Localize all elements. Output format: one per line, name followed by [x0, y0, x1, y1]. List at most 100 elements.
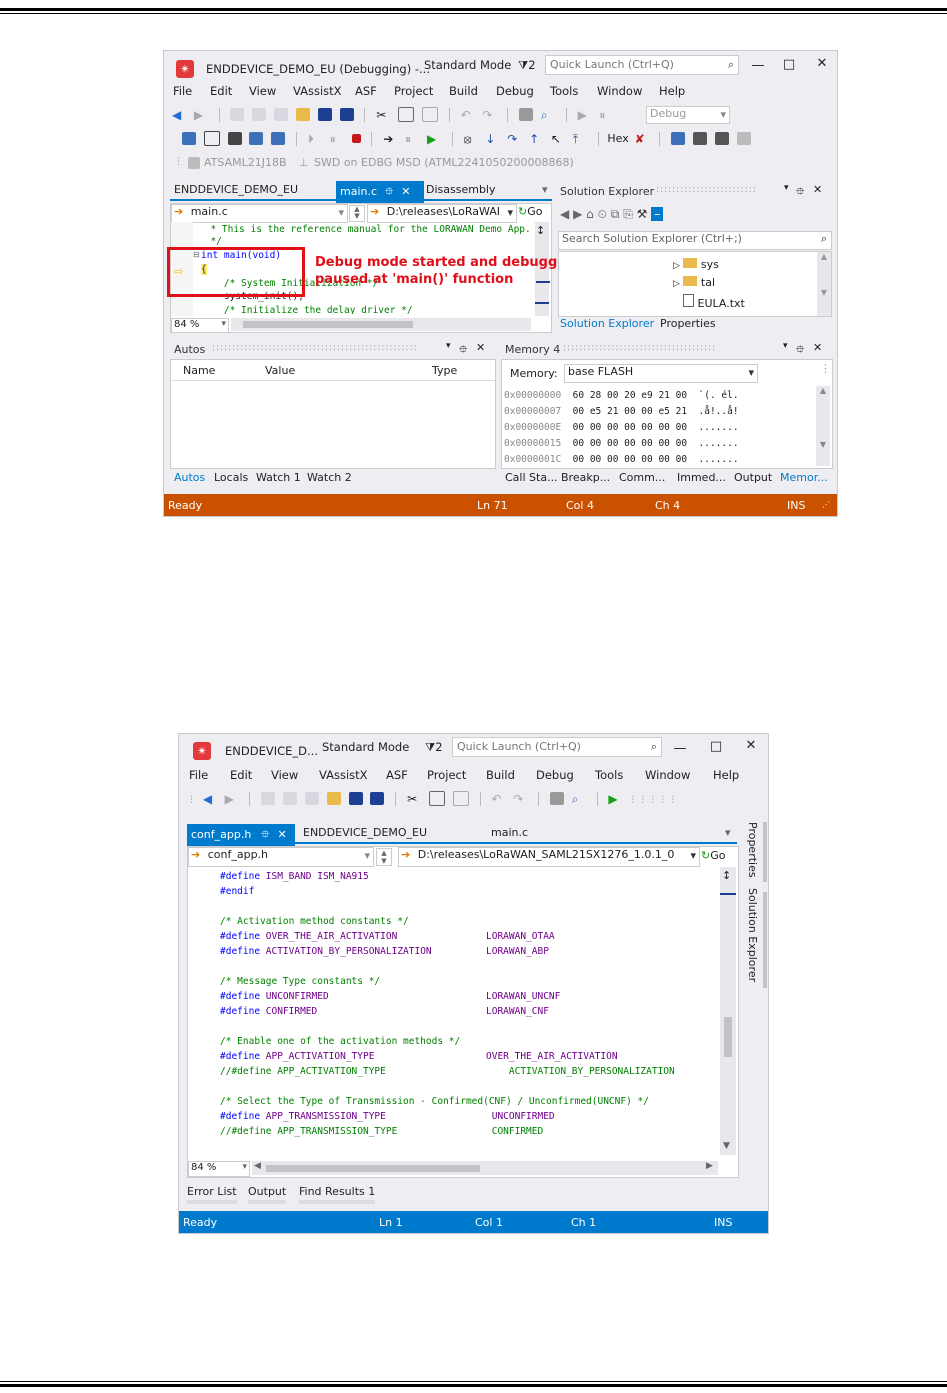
tab-output[interactable]: Output — [248, 1185, 287, 1204]
menu-debug[interactable]: Debug — [496, 84, 534, 98]
go-button[interactable]: ↻Go — [701, 849, 725, 862]
menu-vassistx[interactable]: VAssistX — [319, 768, 368, 782]
step-out-icon[interactable]: ↑ — [529, 132, 543, 146]
run-to-cursor-icon[interactable]: ↖ — [551, 132, 565, 146]
tab-call-stack[interactable]: Call Sta... — [505, 471, 558, 484]
quick-launch-input[interactable]: Quick Launch (Ctrl+Q) ⌕ — [452, 737, 662, 757]
io-view-icon[interactable] — [203, 131, 220, 146]
paste-icon[interactable] — [452, 791, 469, 806]
tab-list-dropdown-icon[interactable]: ▾ — [725, 826, 731, 839]
menu-file[interactable]: File — [173, 84, 192, 98]
scroll-left-icon[interactable]: ◀ — [254, 1161, 261, 1171]
back-icon[interactable]: ◀ — [560, 207, 569, 221]
save-icon[interactable] — [348, 792, 363, 805]
menu-asf[interactable]: ASF — [386, 768, 408, 782]
minimize-button[interactable]: — — [669, 741, 691, 756]
hscroll-thumb[interactable] — [243, 321, 413, 328]
menu-view[interactable]: View — [249, 84, 276, 98]
tab-list-dropdown-icon[interactable]: ▾ — [542, 183, 548, 196]
disassembly-icon[interactable] — [182, 132, 196, 145]
back-icon[interactable]: ◀ — [172, 108, 186, 122]
split-icon[interactable]: ↕ — [536, 224, 545, 237]
factory-alt-icon[interactable] — [714, 132, 729, 145]
tool-name[interactable]: SWD on EDBG MSD (ATML2241050200008868) — [314, 156, 574, 169]
go-button[interactable]: ↻Go — [518, 205, 542, 218]
scroll-down-icon[interactable]: ▼ — [723, 1141, 730, 1151]
set-next-statement-icon[interactable]: ⤒ — [573, 132, 587, 146]
tab-enddevice-demo-eu[interactable]: ENDDEVICE_DEMO_EU — [170, 181, 302, 198]
start-debugging-icon[interactable]: ▶ — [427, 132, 441, 146]
file-combo[interactable]: ➔ main.c ▾ — [171, 204, 348, 223]
panel-menu-icon[interactable]: ▾ — [446, 341, 451, 351]
redo-icon[interactable]: ↷ — [482, 108, 496, 122]
open-folder-icon[interactable] — [295, 108, 310, 121]
zoom-combo[interactable]: 84 % ▾ — [171, 318, 229, 332]
reset-icon[interactable]: ⏸ — [405, 132, 419, 146]
configuration-select[interactable]: Debug ▾ — [646, 106, 730, 124]
menu-tools[interactable]: Tools — [550, 84, 578, 98]
file-combo[interactable]: ➔ conf_app.h ▾ — [188, 847, 374, 867]
path-combo[interactable]: ➔ D:\releases\LoRaWAN_SAML21SX1276_1.0.1… — [398, 847, 700, 867]
menu-project[interactable]: Project — [427, 768, 466, 782]
solution-view-icon[interactable] — [549, 792, 564, 805]
tree-item-tal[interactable]: ▷ tal — [673, 276, 715, 289]
autos-col-type[interactable]: Type — [432, 364, 457, 377]
factory-icon[interactable] — [693, 132, 708, 145]
new-file-icon[interactable] — [304, 792, 319, 805]
close-panel-icon[interactable]: ✕ — [813, 341, 822, 354]
menu-edit[interactable]: Edit — [230, 768, 252, 782]
close-tab-icon[interactable]: ✕ — [401, 185, 410, 198]
solution-view-icon[interactable] — [519, 108, 534, 121]
tab-watch-1[interactable]: Watch 1 — [256, 471, 301, 484]
break-all-icon[interactable]: ⏸ — [330, 132, 344, 146]
hscroll-thumb[interactable] — [266, 1165, 480, 1172]
add-item-icon[interactable] — [252, 108, 267, 121]
tab-find-results-1[interactable]: Find Results 1 — [299, 1185, 376, 1204]
forward-icon[interactable]: ▶ — [225, 792, 239, 806]
editor-hscroll[interactable] — [231, 318, 531, 331]
tree-vscroll[interactable]: ▲ ▼ — [817, 252, 831, 316]
home-icon[interactable]: ⌂ — [586, 207, 594, 221]
tab-watch-2[interactable]: Watch 2 — [307, 471, 352, 484]
show-next-statement-icon[interactable]: ➔ — [383, 132, 397, 146]
hex-display-button[interactable]: Hex — [607, 132, 628, 145]
tab-breakpoints[interactable]: Breakp... — [561, 471, 610, 484]
pin-icon[interactable]: ⯐ — [385, 185, 393, 198]
path-combo[interactable]: ➔ D:\releases\LoRaWAI ▾ — [367, 204, 517, 223]
history-icon[interactable]: ⏲ — [598, 207, 607, 221]
undo-icon[interactable]: ↶ — [491, 792, 505, 806]
vscroll-thumb[interactable] — [724, 1017, 732, 1057]
menu-window[interactable]: Window — [597, 84, 642, 98]
tab-enddevice-demo-eu[interactable]: ENDDEVICE_DEMO_EU — [299, 824, 431, 841]
maximize-button[interactable]: □ — [705, 739, 727, 754]
menu-edit[interactable]: Edit — [210, 84, 232, 98]
split-stepper[interactable]: ▲ ▼ — [349, 205, 365, 222]
collapse-all-icon[interactable]: ⧉ — [611, 207, 620, 221]
split-icon[interactable]: ↕ — [722, 869, 731, 882]
tab-disassembly[interactable]: Disassembly — [422, 181, 500, 198]
menu-build[interactable]: Build — [449, 84, 478, 98]
copy-icon[interactable] — [428, 791, 445, 806]
step-into-icon[interactable]: ↓ — [485, 132, 499, 146]
disable-breakpoints-icon[interactable]: ⦻ — [464, 132, 478, 146]
maximize-button[interactable]: □ — [778, 57, 800, 72]
expand-icon[interactable]: ▷ — [673, 261, 680, 271]
editor-hscroll[interactable]: ◀ ▶ — [252, 1161, 718, 1175]
start-debugging-icon[interactable]: ▶ — [608, 792, 622, 806]
menu-project[interactable]: Project — [394, 84, 433, 98]
properties-icon[interactable]: ⚒ — [637, 207, 648, 221]
new-project-icon[interactable] — [261, 792, 276, 805]
save-all-icon[interactable] — [339, 108, 354, 121]
device-programming-icon[interactable] — [227, 132, 242, 145]
menu-vassistx[interactable]: VAssistX — [293, 84, 342, 98]
tab-command[interactable]: Comm... — [619, 471, 665, 484]
memory-space-select[interactable]: base FLASH ▾ — [564, 364, 758, 383]
pause-icon[interactable]: ⏸ — [599, 108, 613, 122]
expand-icon[interactable]: ▷ — [673, 279, 680, 289]
undo-icon[interactable]: ↶ — [461, 108, 475, 122]
editor-vscroll[interactable]: ↕ ▼ — [720, 867, 736, 1155]
tab-conf-app-h[interactable]: conf_app.h ⯐ ✕ — [187, 824, 295, 847]
save-all-icon[interactable] — [370, 792, 385, 805]
memory-window-icon[interactable] — [671, 132, 686, 145]
processor-view-icon[interactable] — [249, 132, 264, 145]
